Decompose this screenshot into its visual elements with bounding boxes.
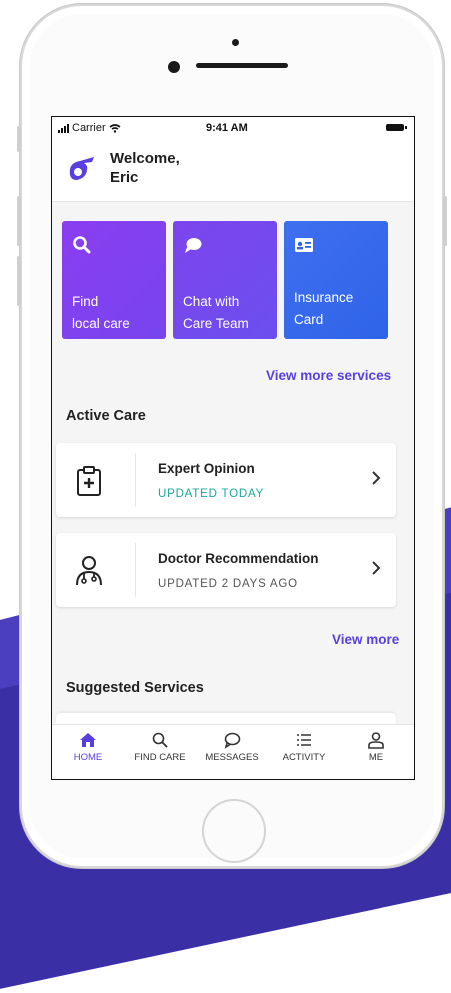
- service-label: Chat with Care Team: [183, 294, 249, 331]
- home-button[interactable]: [202, 799, 266, 863]
- carrier-indicator: Carrier: [58, 122, 121, 134]
- tab-label: ME: [368, 752, 384, 763]
- service-label: Insurance Card: [294, 290, 354, 327]
- tab-activity[interactable]: ACTIVITY: [268, 731, 340, 763]
- chevron-right-icon: [372, 471, 381, 485]
- chat-bubble-icon: [224, 732, 241, 749]
- tab-label: MESSAGES: [205, 752, 259, 763]
- app-logo: [69, 157, 94, 180]
- doctor-icon: [76, 556, 102, 586]
- status-bar: Carrier 9:41 AM: [52, 117, 414, 139]
- active-care-heading: Active Care: [66, 408, 146, 424]
- welcome-label: Welcome,: [110, 150, 180, 167]
- status-time: 9:41 AM: [206, 122, 248, 134]
- chat-bubble-icon: [185, 238, 202, 253]
- tab-label: FIND CARE: [134, 752, 186, 763]
- services-grid: Find local care Chat with Care Team Insura…: [62, 221, 407, 339]
- insurance-card-button[interactable]: Insurance Card: [284, 221, 388, 339]
- active-care-item-expert-opinion[interactable]: Expert Opinion UPDATED TODAY: [56, 443, 396, 517]
- app-screen: Carrier 9:41 AM Welcome, Eric Find local …: [51, 116, 415, 780]
- speaker-grille: [196, 63, 288, 68]
- tab-messages[interactable]: MESSAGES: [196, 731, 268, 763]
- service-label: Find local care: [72, 294, 130, 331]
- side-button: [17, 126, 21, 152]
- wifi-icon: [109, 123, 121, 133]
- tab-find-care[interactable]: FIND CARE: [124, 731, 196, 763]
- search-icon: [73, 236, 91, 254]
- id-card-icon: [295, 238, 313, 252]
- side-button: [443, 196, 447, 246]
- tab-me[interactable]: ME: [340, 731, 412, 763]
- view-more-services-link[interactable]: View more services: [266, 368, 391, 383]
- card-title: Expert Opinion: [158, 461, 255, 476]
- tab-label: ACTIVITY: [282, 752, 326, 763]
- chevron-right-icon: [372, 561, 381, 575]
- tab-home[interactable]: HOME: [52, 731, 124, 763]
- view-more-active-care-link[interactable]: View more: [332, 632, 399, 647]
- list-icon: [297, 734, 311, 746]
- side-button: [17, 256, 21, 306]
- chat-with-care-team-button[interactable]: Chat with Care Team: [173, 221, 277, 339]
- battery-icon: [386, 124, 407, 131]
- card-divider: [135, 543, 136, 597]
- user-name: Eric: [110, 169, 139, 186]
- front-camera: [168, 61, 180, 73]
- card-status: UPDATED TODAY: [158, 488, 265, 500]
- suggested-services-heading: Suggested Services: [66, 680, 204, 696]
- bottom-tab-bar: HOME FIND CARE MESSAGES ACTIVITY ME: [52, 724, 414, 779]
- active-care-item-doctor-recommendation[interactable]: Doctor Recommendation UPDATED 2 DAYS AGO: [56, 533, 396, 607]
- person-icon: [368, 732, 384, 749]
- proximity-sensor: [232, 39, 239, 46]
- card-title: Doctor Recommendation: [158, 551, 319, 566]
- app-header: Welcome, Eric: [52, 139, 414, 202]
- home-icon: [80, 733, 96, 747]
- search-icon: [152, 732, 168, 748]
- find-local-care-button[interactable]: Find local care: [62, 221, 166, 339]
- phone-frame: Carrier 9:41 AM Welcome, Eric Find local …: [17, 4, 447, 868]
- card-divider: [135, 453, 136, 507]
- tab-label: HOME: [73, 752, 103, 763]
- medical-clipboard-icon: [77, 466, 101, 496]
- side-button: [17, 196, 21, 246]
- signal-icon: [58, 123, 69, 133]
- welcome-message: Welcome, Eric: [110, 149, 310, 187]
- carrier-label: Carrier: [72, 122, 106, 134]
- card-status: UPDATED 2 DAYS AGO: [158, 578, 298, 590]
